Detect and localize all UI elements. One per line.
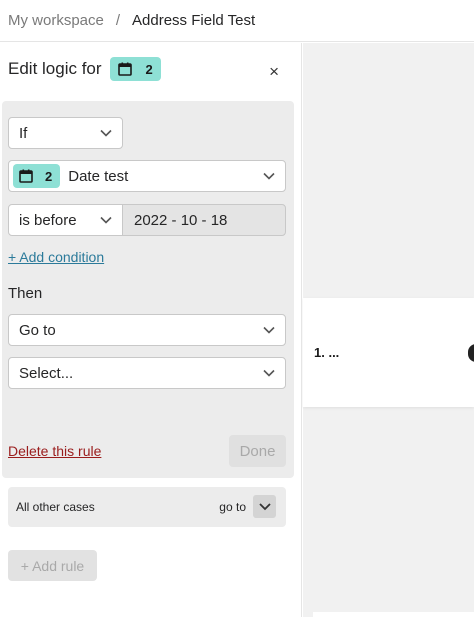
calendar-icon <box>19 169 33 183</box>
question-badge: 2 <box>109 57 161 81</box>
field-select[interactable]: 2 Date test <box>8 160 286 192</box>
then-label: Then <box>8 285 43 302</box>
breadcrumb-form-title: Address Field Test <box>132 12 256 29</box>
canvas-bottom-strip <box>313 612 474 617</box>
chevron-down-icon <box>100 212 112 229</box>
calendar-icon <box>117 62 132 76</box>
target-placeholder: Select... <box>19 364 74 382</box>
logic-rule: If 2 Date test is before 2022 - 10 - 18 … <box>2 101 294 478</box>
other-cases-label: All other cases <box>16 500 95 514</box>
condition-type-value: If <box>19 124 28 142</box>
done-button[interactable]: Done <box>229 435 286 467</box>
chevron-down-icon <box>258 500 271 514</box>
delete-rule-link[interactable]: Delete this rule <box>8 443 101 459</box>
field-badge: 2 <box>13 164 61 188</box>
other-cases-row: All other cases go to <box>8 487 286 527</box>
action-value: Go to <box>19 321 56 339</box>
question-badge-number: 2 <box>145 61 153 77</box>
chevron-down-icon <box>263 168 275 185</box>
form-canvas: 1. ... <box>303 43 474 617</box>
chevron-down-icon <box>263 322 275 339</box>
field-label: Date test <box>68 167 129 185</box>
date-value-input[interactable]: 2022 - 10 - 18 <box>122 204 286 236</box>
panel-title: Edit logic for <box>8 59 102 78</box>
breadcrumb-workspace-link[interactable]: My workspace <box>8 12 104 29</box>
question-card[interactable]: 1. ... <box>303 298 474 407</box>
breadcrumb: My workspace / Address Field Test <box>0 0 474 42</box>
action-select[interactable]: Go to <box>8 314 286 346</box>
question-card-title: 1. ... <box>314 345 340 360</box>
operator-select[interactable]: is before <box>8 204 123 236</box>
breadcrumb-separator: / <box>115 12 121 29</box>
other-cases-goto-label: go to <box>219 500 246 514</box>
date-value: 2022 - 10 - 18 <box>134 211 228 229</box>
add-rule-button[interactable]: + Add rule <box>8 550 97 581</box>
logic-panel: Edit logic for 2 × If 2 Date test is bef… <box>0 43 302 617</box>
operator-value: is before <box>19 211 77 229</box>
target-select[interactable]: Select... <box>8 357 286 389</box>
add-condition-link[interactable]: + Add condition <box>8 249 104 265</box>
chevron-down-icon <box>100 125 112 142</box>
chevron-down-icon <box>263 365 275 382</box>
other-cases-dropdown[interactable] <box>253 495 276 518</box>
close-button[interactable]: × <box>269 63 279 80</box>
question-card-handle[interactable] <box>468 344 474 362</box>
condition-type-select[interactable]: If <box>8 117 123 149</box>
field-badge-number: 2 <box>45 168 53 184</box>
panel-header: Edit logic for 2 <box>8 57 161 81</box>
